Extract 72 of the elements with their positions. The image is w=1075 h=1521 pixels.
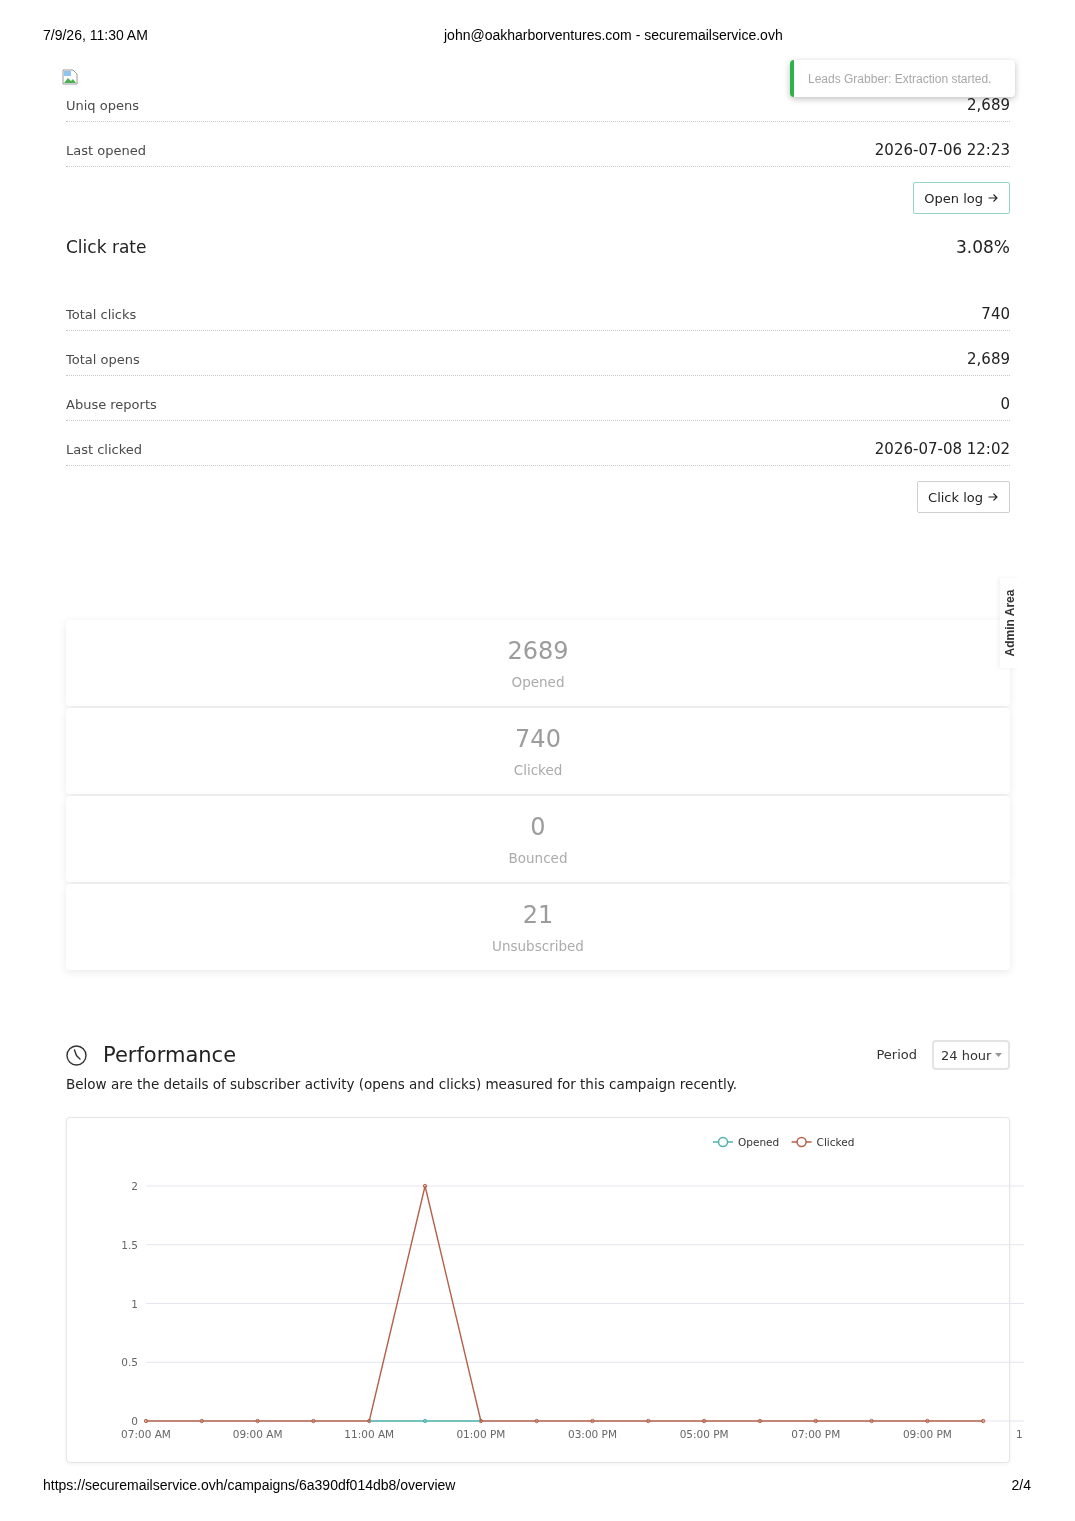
- period-label: Period: [876, 1046, 917, 1064]
- clock-icon: [66, 1044, 87, 1066]
- arrow-right-icon: [988, 492, 998, 502]
- stat-caption: Opened: [511, 673, 565, 691]
- data-point: [199, 1418, 204, 1424]
- axis-tick-label: 11:00 AM: [344, 1428, 395, 1440]
- stat-value: 2,689: [967, 349, 1010, 369]
- print-date: 7/9/26, 11:30 AM: [43, 27, 149, 43]
- axis-tick-label: 07:00 AM: [121, 1428, 171, 1440]
- stat-label: Abuse reports: [66, 396, 157, 414]
- data-point: [925, 1418, 930, 1424]
- stat-caption: Clicked: [513, 761, 563, 779]
- stat-label: Last opened: [66, 142, 146, 160]
- data-point: [813, 1418, 818, 1424]
- data-point: [422, 1418, 428, 1424]
- stat-value: 2,689: [967, 95, 1010, 115]
- axis-tick-label: 1.5: [121, 1238, 138, 1251]
- data-point: [646, 1418, 651, 1424]
- open-log-button[interactable]: Open log: [913, 182, 1010, 214]
- stat-value: 2026-07-08 12:02: [874, 439, 1010, 459]
- page-number: 2/4: [1011, 1477, 1031, 1493]
- stat-label: Uniq opens: [66, 97, 139, 115]
- period-select[interactable]: 24 hour: [932, 1040, 1010, 1070]
- stat-number: 21: [522, 900, 554, 930]
- data-point: [590, 1418, 595, 1424]
- description-text: Below are the details of subscriber activity (opens and clicks) measured for this campaign recently.: [66, 1075, 739, 1094]
- stat-number: 2689: [507, 636, 569, 666]
- click-rate-value: 3.08%: [956, 236, 1010, 259]
- stat-label: Total clicks: [66, 306, 137, 324]
- axis-tick-label: 07:00 PM: [791, 1428, 841, 1440]
- stat-value: 2026-07-06 22:23: [874, 140, 1010, 160]
- data-point: [255, 1418, 260, 1424]
- toast-notification: Leads Grabber: Extraction started.: [790, 60, 1015, 97]
- axis-tick-label: 05:00 PM: [679, 1428, 729, 1440]
- data-point: [478, 1418, 484, 1424]
- stat-value: 740: [981, 304, 1010, 324]
- data-point: [757, 1418, 763, 1424]
- axis-tick-label: 0.5: [121, 1356, 138, 1369]
- axis-tick-label: 0: [131, 1415, 138, 1427]
- section-title: Performance: [103, 1042, 237, 1069]
- axis-tick-label: 1: [1016, 1428, 1023, 1440]
- data-point: [701, 1418, 707, 1424]
- stat-value: 0: [1000, 394, 1010, 414]
- axis-tick-label: 09:00 AM: [232, 1428, 283, 1440]
- print-url: https://securemailservice.ovh/campaigns/6a390df014db8/overview: [43, 1477, 456, 1493]
- section-title: Click rate: [66, 236, 147, 259]
- stat-label: Last clicked: [66, 441, 143, 459]
- axis-tick-label: 2: [131, 1180, 138, 1192]
- stat-label: Total opens: [66, 351, 140, 369]
- data-point: [367, 1418, 372, 1424]
- stat-number: 740: [515, 724, 561, 754]
- caret-down-icon: [995, 1053, 1002, 1057]
- legend-label[interactable]: Clicked: [816, 1136, 855, 1148]
- stat-caption: Unsubscribed: [492, 937, 584, 955]
- data-point: [869, 1418, 874, 1424]
- data-point: [534, 1418, 539, 1424]
- axis-tick-label: 01:00 PM: [456, 1428, 506, 1440]
- arrow-right-icon: [988, 193, 998, 203]
- admin-area-tab[interactable]: Admin Area: [1000, 578, 1020, 668]
- legend-label[interactable]: Opened: [738, 1136, 780, 1148]
- axis-tick-label: 1: [131, 1297, 138, 1310]
- click-log-button[interactable]: Click log: [917, 481, 1010, 513]
- stat-number: 0: [530, 812, 546, 842]
- print-title: john@oakharborventures.com - securemailservice.ovh: [444, 27, 784, 43]
- stat-caption: Bounced: [508, 849, 568, 867]
- broken-image-icon: [62, 69, 78, 85]
- data-point: [311, 1418, 316, 1424]
- data-point: [422, 1183, 428, 1189]
- data-point: [981, 1418, 986, 1424]
- axis-tick-label: 03:00 PM: [568, 1428, 617, 1440]
- data-point: [143, 1418, 149, 1424]
- axis-tick-label: 09:00 PM: [902, 1428, 952, 1440]
